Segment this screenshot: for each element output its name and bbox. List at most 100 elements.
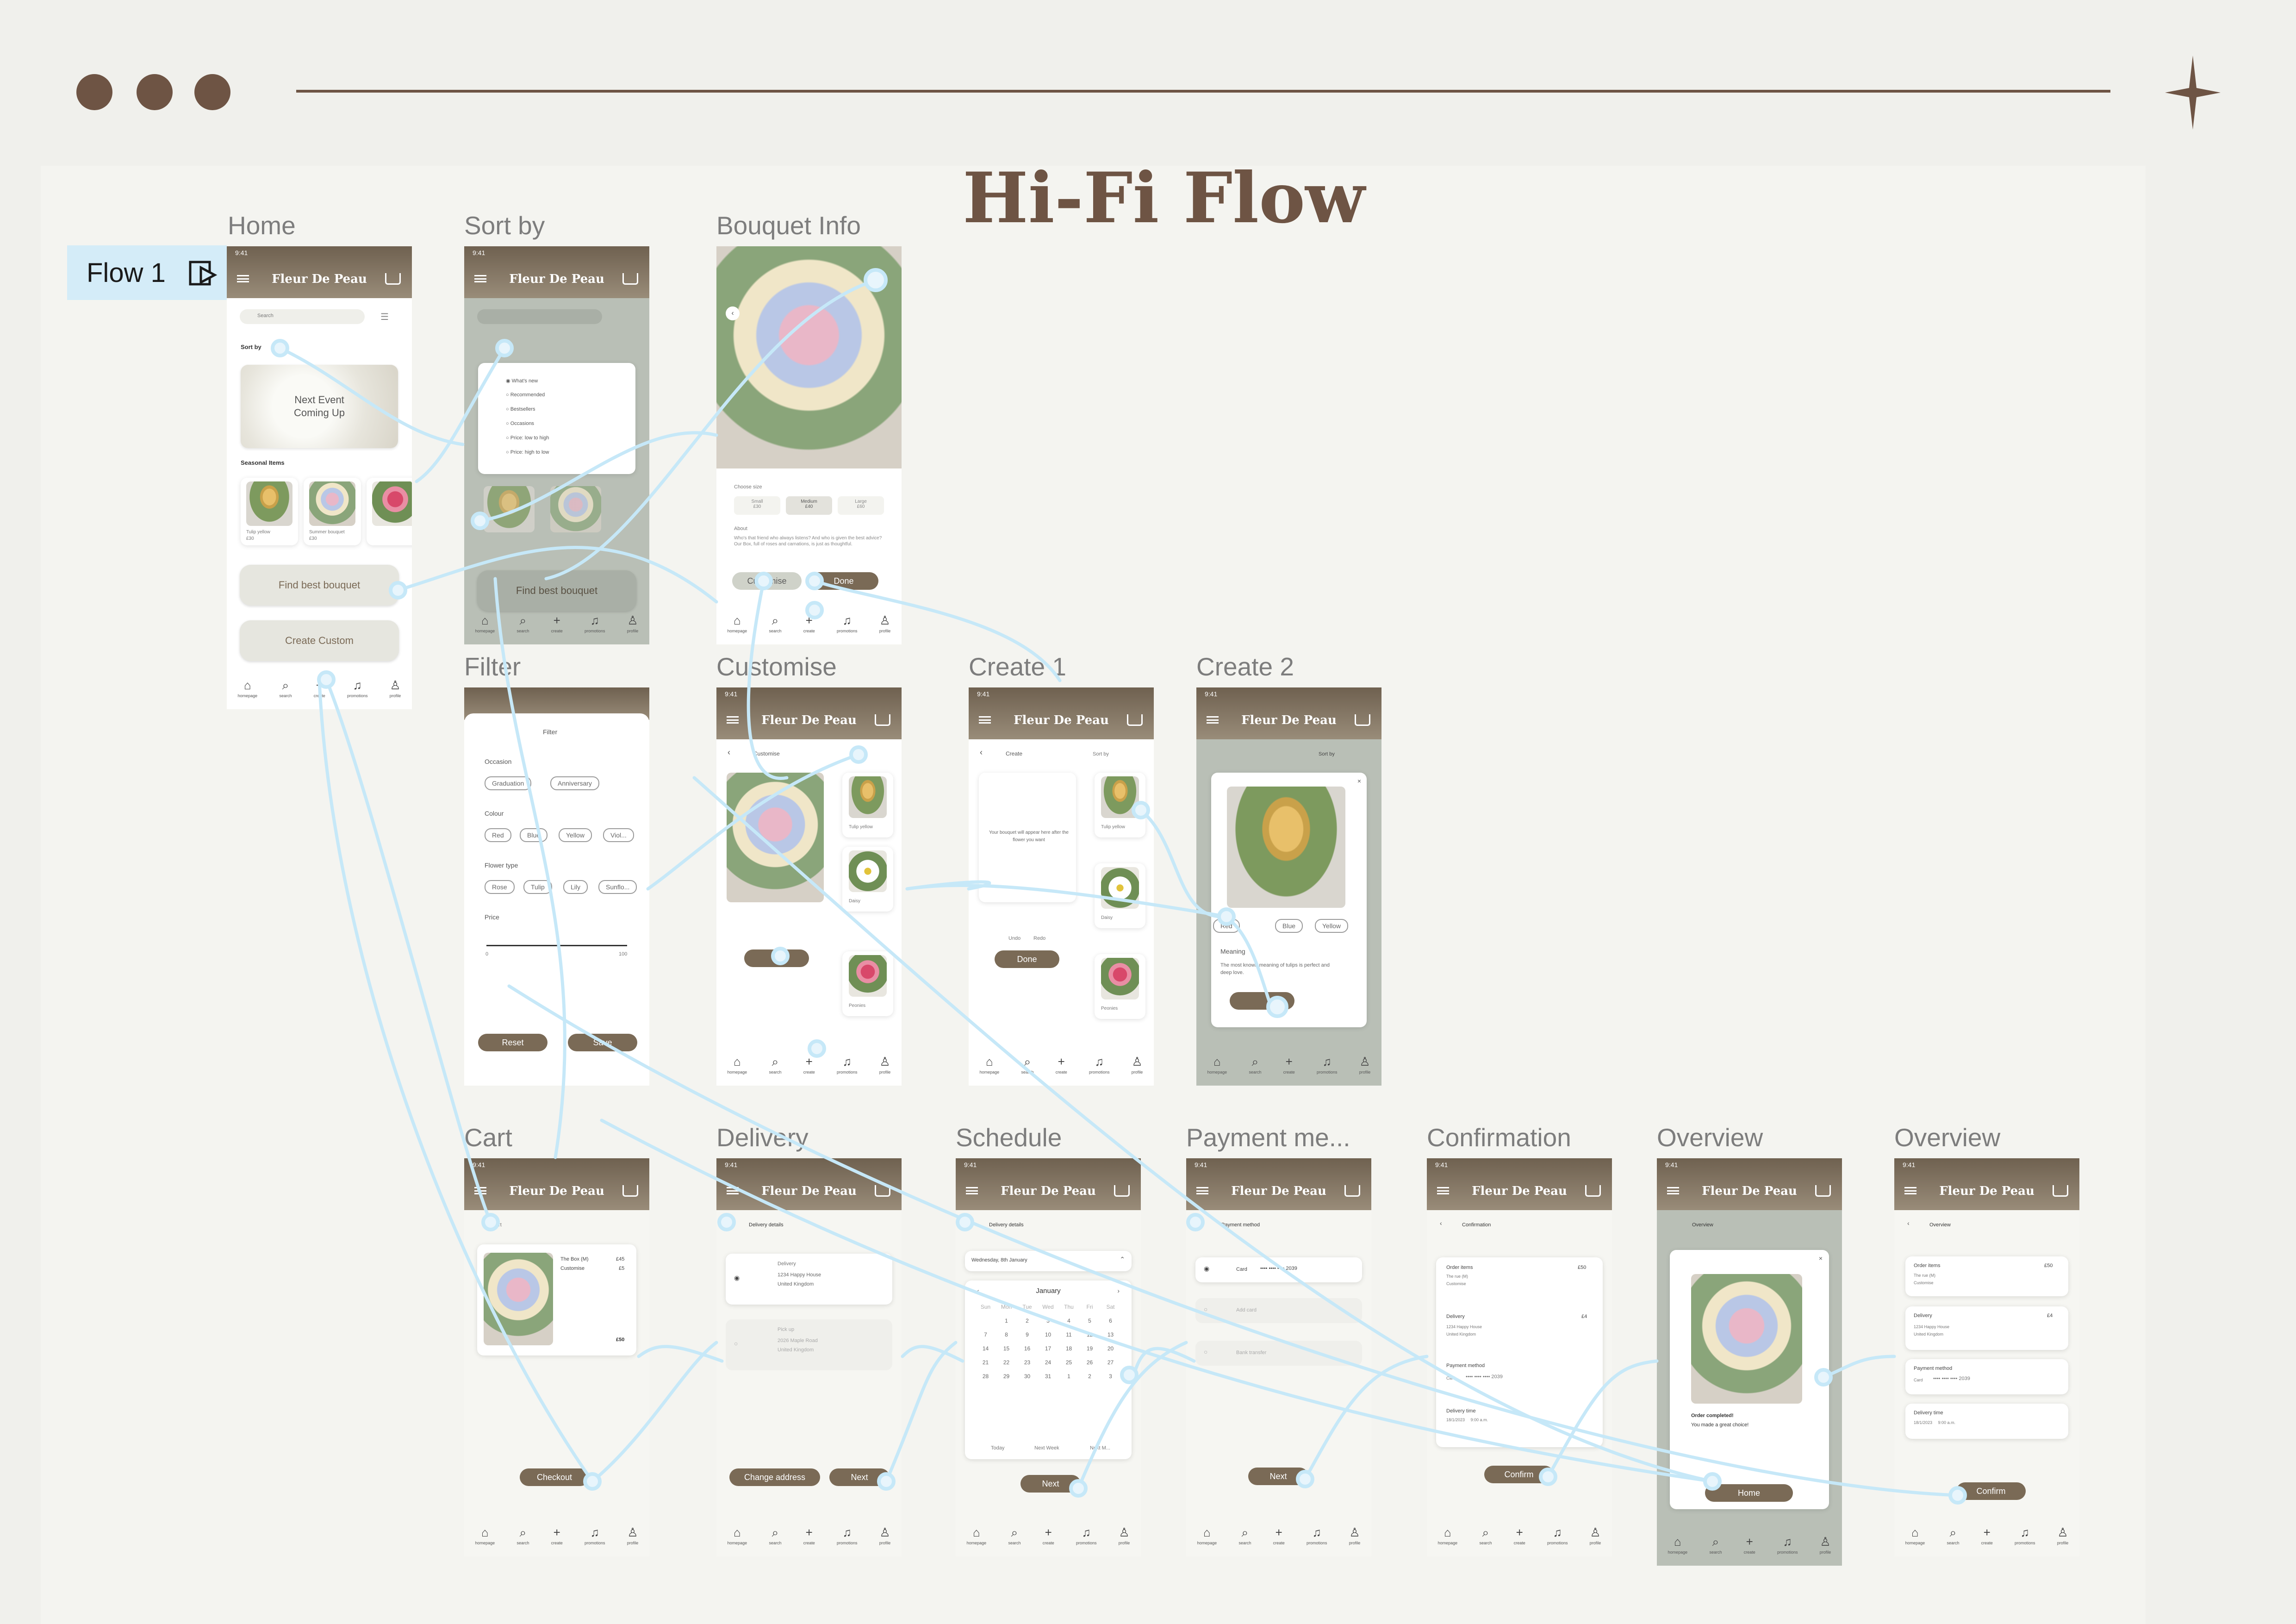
tab-home[interactable]: ⌂ homepage: [1438, 1526, 1458, 1545]
reset-button[interactable]: Reset: [478, 1034, 548, 1051]
next-button[interactable]: Next: [1248, 1468, 1308, 1485]
payment-card-option[interactable]: ◉ Card •••• •••• •••• 2039: [1195, 1257, 1362, 1282]
tab-profile[interactable]: ♙ profile: [390, 679, 401, 698]
add-card-option[interactable]: ○ Add card: [1195, 1298, 1362, 1323]
size-large[interactable]: Large £60: [838, 496, 884, 515]
back-icon[interactable]: ‹: [1440, 1219, 1442, 1227]
tab-promotions[interactable]: ♫ promotions: [837, 1056, 858, 1074]
close-icon[interactable]: ×: [1819, 1255, 1823, 1262]
play-icon[interactable]: [189, 258, 218, 287]
cart-icon[interactable]: [1585, 1185, 1601, 1197]
tab-home[interactable]: ⌂ homepage: [728, 1056, 747, 1074]
sort-option-5[interactable]: ○ Price: low to high: [506, 435, 549, 441]
tab-create[interactable]: + create: [1981, 1526, 1993, 1545]
tab-promotions[interactable]: ♫ promotions: [1307, 1526, 1327, 1545]
calendar-day[interactable]: 14: [975, 1345, 996, 1352]
tab-search[interactable]: ⌕ search: [1479, 1526, 1492, 1545]
calendar-grid[interactable]: Sun Mon Tue Wed Thu Fri Sat 1 2 3 4 5 6 7 8 9 10 11 12 13 14…: [975, 1304, 1121, 1380]
tab-search[interactable]: ⌕ search: [1238, 1526, 1251, 1545]
chip-tulip[interactable]: Tulip: [523, 880, 552, 894]
tab-search[interactable]: ⌕ search: [769, 1526, 781, 1545]
tab-search[interactable]: ⌕ search: [1249, 1056, 1261, 1074]
calendar-day[interactable]: 5: [1079, 1318, 1100, 1324]
tab-profile[interactable]: ♙ profile: [1590, 1526, 1601, 1545]
tab-search[interactable]: ⌕ search: [769, 1056, 781, 1074]
change-address-button[interactable]: Change address: [729, 1468, 820, 1486]
chip-red[interactable]: Red: [1213, 919, 1240, 933]
tab-profile[interactable]: ♙ profile: [1349, 1526, 1361, 1545]
undo-button[interactable]: Undo: [1008, 936, 1020, 941]
done-button[interactable]: Done: [809, 572, 878, 590]
date-dropdown[interactable]: Wednesday, 8th January ⌃: [965, 1251, 1132, 1271]
sort-option-2[interactable]: ○ Recommended: [506, 392, 545, 398]
calendar-day[interactable]: [975, 1318, 996, 1324]
chevron-up-icon[interactable]: ⌃: [1120, 1255, 1125, 1263]
calendar-day[interactable]: 21: [975, 1359, 996, 1366]
confirm-button[interactable]: Confirm: [1956, 1482, 2026, 1500]
calendar-day[interactable]: 9: [1017, 1331, 1038, 1338]
calendar-day[interactable]: 10: [1038, 1331, 1058, 1338]
calendar-day[interactable]: 4: [1058, 1318, 1079, 1324]
calendar-day[interactable]: 2: [1079, 1373, 1100, 1380]
price-slider[interactable]: [486, 945, 627, 946]
flower-option-peonies[interactable]: Peonies: [842, 951, 893, 1016]
back-icon[interactable]: ‹: [726, 306, 740, 320]
tab-home[interactable]: ⌂ homepage: [967, 1526, 987, 1545]
tab-search[interactable]: ⌕ search: [1947, 1526, 1959, 1545]
product-card-1[interactable]: Tulip yellow £30: [241, 478, 298, 545]
cart-icon[interactable]: [875, 1185, 890, 1197]
done-button[interactable]: Done: [995, 950, 1059, 968]
tab-promotions[interactable]: ♫ promotions: [347, 679, 368, 698]
sort-by-dropdown[interactable]: Sort by: [1319, 751, 1335, 757]
chip-blue[interactable]: Blue: [1275, 919, 1303, 933]
back-icon[interactable]: ‹: [980, 748, 983, 757]
calendar-day[interactable]: 26: [1079, 1359, 1100, 1366]
save-button[interactable]: Save: [568, 1034, 637, 1051]
tab-profile[interactable]: ♙ profile: [1119, 1526, 1130, 1545]
tab-create[interactable]: + create: [551, 614, 563, 633]
calendar-day[interactable]: 31: [1038, 1373, 1058, 1380]
redo-button[interactable]: Redo: [1033, 936, 1045, 941]
calendar-day[interactable]: 23: [1017, 1359, 1038, 1366]
home-button[interactable]: Home: [1705, 1484, 1793, 1502]
calendar-day[interactable]: 3: [1100, 1373, 1121, 1380]
calendar-day[interactable]: 29: [996, 1373, 1017, 1380]
tab-search[interactable]: ⌕ search: [769, 614, 781, 633]
tab-create[interactable]: + create: [1283, 1056, 1295, 1074]
calendar-day[interactable]: 8: [996, 1331, 1017, 1338]
cart-icon[interactable]: [622, 273, 638, 285]
calendar-day[interactable]: 24: [1038, 1359, 1058, 1366]
tab-home[interactable]: ⌂ homepage: [475, 1526, 495, 1545]
tab-search[interactable]: ⌕ search: [1709, 1536, 1722, 1555]
tab-create[interactable]: + create: [1056, 1056, 1067, 1074]
chip-anniversary[interactable]: Anniversary: [550, 776, 599, 790]
tab-create[interactable]: + create: [314, 679, 325, 698]
calendar-day[interactable]: 3: [1038, 1318, 1058, 1324]
calendar-day[interactable]: 17: [1038, 1345, 1058, 1352]
calendar-day[interactable]: 19: [1079, 1345, 1100, 1352]
close-icon[interactable]: ×: [1357, 777, 1361, 785]
flower-option-daisy[interactable]: Daisy: [1095, 863, 1145, 928]
chip-blue[interactable]: Blue: [520, 828, 548, 842]
product-card-3[interactable]: [367, 478, 412, 545]
tab-profile[interactable]: ♙ profile: [627, 1526, 639, 1545]
calendar-day[interactable]: 20: [1100, 1345, 1121, 1352]
flow-start-label[interactable]: Flow 1: [67, 245, 227, 300]
tab-home[interactable]: ⌂ homepage: [728, 1526, 747, 1545]
tab-profile[interactable]: ♙ profile: [1132, 1056, 1143, 1074]
flower-option-peonies[interactable]: Peonies: [1095, 954, 1145, 1019]
add-button[interactable]: [1230, 992, 1294, 1010]
tab-promotions[interactable]: ♫ promotions: [1317, 1056, 1338, 1074]
tab-home[interactable]: ⌂ homepage: [475, 614, 495, 633]
delivery-option-1[interactable]: ◉ Delivery 1234 Happy House United Kingd…: [726, 1254, 892, 1305]
calendar-day[interactable]: 15: [996, 1345, 1017, 1352]
sort-option-1[interactable]: ◉ What's new: [506, 378, 538, 384]
next-week-button[interactable]: Next Week: [1034, 1445, 1059, 1451]
chip-lily[interactable]: Lily: [563, 880, 588, 894]
cart-icon[interactable]: [1127, 714, 1143, 726]
calendar-day[interactable]: 13: [1100, 1331, 1121, 1338]
tab-promotions[interactable]: ♫ promotions: [585, 614, 605, 633]
tab-profile[interactable]: ♙ profile: [2057, 1526, 2069, 1545]
cart-item-card[interactable]: The Box (M) £45 Customise £5 £50: [477, 1244, 636, 1355]
tab-create[interactable]: + create: [1043, 1526, 1054, 1545]
